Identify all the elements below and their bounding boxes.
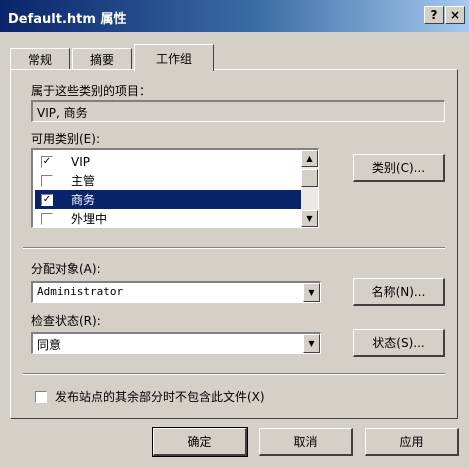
exclude-checkbox[interactable] bbox=[35, 390, 47, 403]
arrow-up-icon: ▲ bbox=[306, 154, 313, 163]
exclude-label: 发布站点的其余部分时不包含此文件(X) bbox=[55, 390, 265, 404]
review-label: 检查状态(R): bbox=[31, 314, 101, 328]
tab-summary[interactable]: 摘要 bbox=[72, 48, 132, 70]
names-button[interactable]: 名称(N)... bbox=[353, 278, 445, 306]
review-select[interactable]: 同意 ▼ bbox=[31, 332, 321, 354]
close-icon: × bbox=[449, 8, 461, 22]
category-manager-label: 主管 bbox=[71, 174, 96, 188]
tab-general[interactable]: 常规 bbox=[10, 48, 70, 70]
ok-button-label: 确定 bbox=[187, 435, 212, 449]
chevron-down-icon: ▼ bbox=[308, 339, 315, 348]
cancel-button-label: 取消 bbox=[293, 435, 318, 449]
category-item-pending[interactable]: 外埋中 bbox=[35, 209, 301, 227]
title-bar[interactable]: Default.htm 属性 ? × bbox=[0, 0, 469, 32]
cancel-button[interactable]: 取消 bbox=[259, 428, 353, 456]
separator-top bbox=[23, 247, 445, 249]
tab-general-label: 常规 bbox=[27, 53, 52, 67]
apply-button[interactable]: 应用 bbox=[365, 428, 459, 456]
separator-bottom bbox=[23, 373, 445, 375]
assigned-select[interactable]: Administrator ▼ bbox=[31, 281, 321, 303]
category-business-checkbox[interactable]: ✓ bbox=[41, 193, 53, 206]
review-dropdown-button[interactable]: ▼ bbox=[303, 334, 320, 353]
assigned-label: 分配对象(A): bbox=[31, 262, 101, 276]
scroll-down-button[interactable]: ▼ bbox=[301, 210, 318, 227]
tab-workgroup[interactable]: 工作组 bbox=[134, 44, 214, 71]
category-pending-label: 外埋中 bbox=[71, 212, 108, 226]
assigned-value: Administrator bbox=[37, 285, 124, 298]
help-button[interactable]: ? bbox=[424, 6, 444, 24]
categories-button[interactable]: 类别(C)... bbox=[353, 154, 445, 182]
belongs-value: VIP, 商务 bbox=[37, 106, 88, 120]
tab-workgroup-label: 工作组 bbox=[155, 51, 192, 66]
tab-summary-label: 摘要 bbox=[89, 53, 114, 67]
review-value: 同意 bbox=[37, 338, 62, 352]
apply-button-label: 应用 bbox=[399, 435, 424, 449]
category-pending-checkbox[interactable] bbox=[41, 212, 53, 225]
category-item-business[interactable]: ✓ 商务 bbox=[35, 190, 301, 209]
help-icon: ? bbox=[430, 8, 438, 22]
close-button[interactable]: × bbox=[445, 6, 465, 24]
category-business-label: 商务 bbox=[71, 193, 96, 207]
arrow-down-icon: ▼ bbox=[306, 214, 313, 223]
category-list[interactable]: ✓ VIP 主管 ✓ 商务 外埋中 ▲ ▼ bbox=[31, 148, 319, 228]
scroll-up-button[interactable]: ▲ bbox=[301, 150, 318, 167]
window-title: Default.htm 属性 bbox=[8, 12, 127, 27]
belongs-field: VIP, 商务 bbox=[31, 100, 445, 122]
category-manager-checkbox[interactable] bbox=[41, 174, 53, 187]
categories-button-label: 类别(C)... bbox=[371, 161, 426, 175]
belongs-label: 属于这些类别的项目： bbox=[31, 84, 152, 98]
names-button-label: 名称(N)... bbox=[371, 285, 426, 299]
workgroup-panel: 属于这些类别的项目： VIP, 商务 可用类别(E): ✓ VIP 主管 ✓ 商… bbox=[10, 69, 458, 419]
available-label: 可用类别(E): bbox=[31, 132, 100, 146]
chevron-down-icon: ▼ bbox=[308, 288, 315, 297]
scroll-thumb[interactable] bbox=[301, 169, 318, 187]
status-button-label: 状态(S)... bbox=[372, 336, 425, 350]
ok-button[interactable]: 确定 bbox=[152, 427, 248, 457]
category-item-manager[interactable]: 主管 bbox=[35, 171, 301, 190]
category-scrollbar[interactable]: ▲ ▼ bbox=[301, 150, 318, 227]
exclude-option[interactable]: 发布站点的其余部分时不包含此文件(X) bbox=[35, 388, 265, 405]
status-button[interactable]: 状态(S)... bbox=[353, 329, 445, 357]
category-vip-checkbox[interactable]: ✓ bbox=[41, 155, 53, 168]
category-vip-label: VIP bbox=[71, 154, 90, 169]
category-item-vip[interactable]: ✓ VIP bbox=[35, 152, 301, 171]
assigned-dropdown-button[interactable]: ▼ bbox=[303, 283, 320, 302]
